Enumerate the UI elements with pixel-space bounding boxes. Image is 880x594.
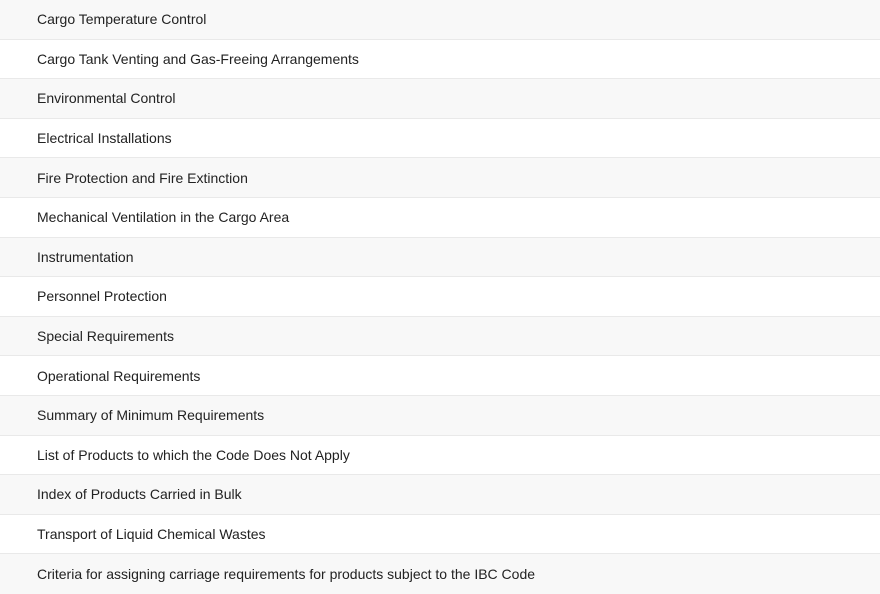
- toc-item-cargo-tank-venting[interactable]: Cargo Tank Venting and Gas-Freeing Arran…: [0, 39, 880, 80]
- toc-item-label: List of Products to which the Code Does …: [37, 446, 350, 463]
- toc-item-label: Mechanical Ventilation in the Cargo Area: [37, 209, 290, 226]
- table-of-contents-list: Cargo Temperature Control Cargo Tank Ven…: [0, 0, 880, 594]
- toc-item-label: Cargo Tank Venting and Gas-Freeing Arran…: [37, 50, 359, 67]
- toc-item-operational-requirements[interactable]: Operational Requirements: [0, 356, 880, 396]
- toc-item-label: Personnel Protection: [37, 288, 167, 305]
- toc-item-instrumentation[interactable]: Instrumentation: [0, 237, 880, 278]
- toc-item-label: Instrumentation: [37, 248, 134, 265]
- toc-item-label: Operational Requirements: [37, 367, 201, 384]
- toc-item-environmental-control[interactable]: Environmental Control: [0, 79, 880, 119]
- toc-item-cargo-temperature-control[interactable]: Cargo Temperature Control: [0, 0, 880, 40]
- toc-item-label: Environmental Control: [37, 90, 176, 107]
- toc-item-label: Criteria for assigning carriage requirem…: [37, 566, 536, 583]
- toc-item-special-requirements[interactable]: Special Requirements: [0, 316, 880, 357]
- toc-item-label: Electrical Installations: [37, 130, 172, 147]
- toc-item-label: Fire Protection and Fire Extinction: [37, 169, 248, 186]
- toc-item-label: Summary of Minimum Requirements: [37, 407, 265, 424]
- toc-item-label: Transport of Liquid Chemical Wastes: [37, 526, 266, 543]
- toc-item-label: Special Requirements: [37, 328, 174, 345]
- toc-item-index-of-products[interactable]: Index of Products Carried in Bulk: [0, 475, 880, 515]
- toc-item-label: Cargo Temperature Control: [37, 11, 207, 28]
- toc-item-summary-of-minimum-requirements[interactable]: Summary of Minimum Requirements: [0, 395, 880, 436]
- toc-item-transport-of-liquid-chemical-wastes[interactable]: Transport of Liquid Chemical Wastes: [0, 514, 880, 555]
- toc-item-list-of-products-not-applied[interactable]: List of Products to which the Code Does …: [0, 435, 880, 476]
- toc-item-label: Index of Products Carried in Bulk: [37, 486, 242, 503]
- toc-item-criteria-for-carriage-requirements[interactable]: Criteria for assigning carriage requirem…: [0, 554, 880, 594]
- toc-item-mechanical-ventilation[interactable]: Mechanical Ventilation in the Cargo Area: [0, 197, 880, 238]
- toc-item-fire-protection[interactable]: Fire Protection and Fire Extinction: [0, 158, 880, 198]
- toc-item-personnel-protection[interactable]: Personnel Protection: [0, 277, 880, 317]
- toc-item-electrical-installations[interactable]: Electrical Installations: [0, 118, 880, 159]
